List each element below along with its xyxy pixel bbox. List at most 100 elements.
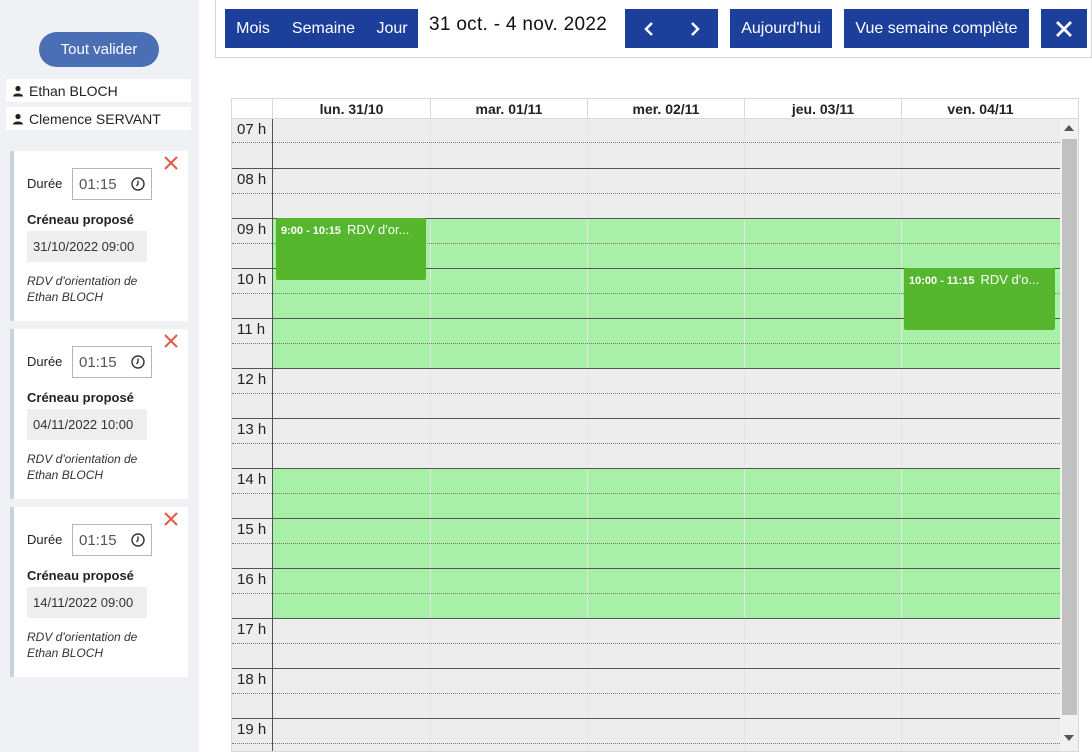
duration-field[interactable]: 01:15 bbox=[72, 346, 152, 378]
description-line: Ethan BLOCH bbox=[27, 290, 104, 304]
hour-label: 12 h bbox=[237, 371, 267, 388]
week-calendar: lun. 31/10 mar. 01/11 mer. 02/11 jeu. 03… bbox=[231, 98, 1079, 752]
previous-button[interactable] bbox=[625, 9, 672, 48]
proposal-description: RDV d'orientation de Ethan BLOCH bbox=[27, 629, 177, 661]
hour-row bbox=[232, 718, 1060, 751]
user-icon bbox=[13, 85, 23, 96]
hour-row bbox=[232, 118, 1060, 168]
event-time: 9:00 - 10:15 bbox=[281, 225, 341, 237]
description-line: Ethan BLOCH bbox=[27, 646, 104, 660]
slot-label: Créneau proposé bbox=[27, 212, 134, 227]
half-hour-line bbox=[232, 593, 1060, 594]
duration-value: 01:15 bbox=[79, 353, 117, 371]
hour-label: 08 h bbox=[237, 171, 267, 188]
hour-label: 07 h bbox=[237, 121, 267, 138]
scroll-thumb[interactable] bbox=[1062, 139, 1077, 715]
half-hour-line bbox=[232, 393, 1060, 394]
calendar-event[interactable]: 9:00 - 10:15 RDV d'or... bbox=[276, 218, 426, 280]
hour-label: 17 h bbox=[237, 621, 267, 638]
person-row[interactable]: Clemence SERVANT bbox=[6, 107, 191, 130]
hour-row bbox=[232, 368, 1060, 418]
proposal-card: Durée 01:15 Créneau proposé 04/11/2022 1… bbox=[10, 329, 188, 499]
description-line: RDV d'orientation de bbox=[27, 630, 138, 644]
hour-row bbox=[232, 618, 1060, 668]
duration-label: Durée bbox=[27, 176, 63, 191]
hour-label: 10 h bbox=[237, 271, 267, 288]
description-line: RDV d'orientation de bbox=[27, 452, 138, 466]
day-header[interactable]: mer. 02/11 bbox=[587, 99, 744, 119]
day-header[interactable]: mar. 01/11 bbox=[430, 99, 587, 119]
calendar-event[interactable]: 10:00 - 11:15 RDV d'o... bbox=[904, 268, 1055, 330]
hour-row bbox=[232, 468, 1060, 518]
hour-label: 18 h bbox=[237, 671, 267, 688]
hour-label: 16 h bbox=[237, 571, 267, 588]
half-hour-line bbox=[232, 193, 1060, 194]
description-line: Ethan BLOCH bbox=[27, 468, 104, 482]
close-icon[interactable] bbox=[162, 154, 180, 172]
duration-label: Durée bbox=[27, 354, 63, 369]
calendar-header: lun. 31/10 mar. 01/11 mer. 02/11 jeu. 03… bbox=[232, 99, 1078, 119]
person-name: Clemence SERVANT bbox=[29, 110, 161, 127]
validate-all-button[interactable]: Tout valider bbox=[39, 32, 159, 67]
duration-value: 01:15 bbox=[79, 531, 117, 549]
proposal-card: Durée 01:15 Créneau proposé 31/10/2022 0… bbox=[10, 151, 188, 321]
time-column-divider bbox=[272, 119, 273, 751]
chevron-right-icon bbox=[691, 21, 700, 36]
half-hour-line bbox=[232, 543, 1060, 544]
slot-field[interactable]: 14/11/2022 09:00 bbox=[27, 587, 147, 618]
event-title: RDV d'o... bbox=[980, 272, 1040, 287]
hour-label: 14 h bbox=[237, 471, 267, 488]
slot-label: Créneau proposé bbox=[27, 568, 134, 583]
scroll-down-icon[interactable] bbox=[1064, 735, 1074, 741]
close-button[interactable] bbox=[1041, 9, 1087, 48]
hour-row bbox=[232, 668, 1060, 718]
day-view-button[interactable]: Jour bbox=[366, 9, 418, 48]
clock-icon[interactable] bbox=[131, 177, 145, 191]
close-icon bbox=[1056, 20, 1072, 37]
day-header[interactable]: lun. 31/10 bbox=[272, 99, 430, 119]
slot-field[interactable]: 04/11/2022 10:00 bbox=[27, 409, 147, 440]
person-name: Ethan BLOCH bbox=[29, 82, 118, 99]
date-range-title: 31 oct. - 4 nov. 2022 bbox=[429, 14, 608, 35]
clock-icon[interactable] bbox=[131, 355, 145, 369]
duration-field[interactable]: 01:15 bbox=[72, 168, 152, 200]
half-hour-line bbox=[232, 643, 1060, 644]
today-button[interactable]: Aujourd'hui bbox=[730, 9, 832, 48]
clock-icon[interactable] bbox=[131, 533, 145, 547]
week-view-button[interactable]: Semaine bbox=[281, 9, 366, 48]
day-header[interactable]: ven. 04/11 bbox=[901, 99, 1059, 119]
half-hour-line bbox=[232, 443, 1060, 444]
vertical-scrollbar[interactable] bbox=[1060, 119, 1078, 751]
proposal-description: RDV d'orientation de Ethan BLOCH bbox=[27, 273, 177, 305]
close-icon[interactable] bbox=[162, 510, 180, 528]
calendar-toolbar: Mois Semaine Jour 31 oct. - 4 nov. 2022 … bbox=[215, 0, 1092, 58]
sidebar: Tout valider Ethan BLOCH Clemence SERVAN… bbox=[0, 0, 199, 752]
half-hour-line bbox=[232, 693, 1060, 694]
month-view-button[interactable]: Mois bbox=[225, 9, 281, 48]
next-button[interactable] bbox=[672, 9, 718, 48]
chevron-left-icon bbox=[643, 21, 653, 36]
scroll-up-icon[interactable] bbox=[1064, 125, 1074, 131]
half-hour-line bbox=[232, 743, 1060, 744]
half-hour-line bbox=[232, 142, 1060, 143]
full-week-button[interactable]: Vue semaine complète bbox=[844, 9, 1029, 48]
proposal-description: RDV d'orientation de Ethan BLOCH bbox=[27, 451, 177, 483]
description-line: RDV d'orientation de bbox=[27, 274, 138, 288]
hour-label: 13 h bbox=[237, 421, 267, 438]
hour-label: 19 h bbox=[237, 721, 267, 738]
duration-value: 01:15 bbox=[79, 175, 117, 193]
hour-row bbox=[232, 568, 1060, 618]
slot-label: Créneau proposé bbox=[27, 390, 134, 405]
slot-field[interactable]: 31/10/2022 09:00 bbox=[27, 231, 147, 262]
time-grid[interactable]: 07 h 08 h 09 h 10 h 11 h 12 h 13 h 14 h … bbox=[232, 118, 1060, 751]
duration-field[interactable]: 01:15 bbox=[72, 524, 152, 556]
hour-label: 09 h bbox=[237, 221, 267, 238]
day-header[interactable]: jeu. 03/11 bbox=[744, 99, 901, 119]
half-hour-line bbox=[232, 343, 1060, 344]
event-time: 10:00 - 11:15 bbox=[909, 275, 975, 287]
close-icon[interactable] bbox=[162, 332, 180, 350]
user-icon bbox=[13, 113, 23, 124]
person-row[interactable]: Ethan BLOCH bbox=[6, 79, 191, 102]
proposal-card: Durée 01:15 Créneau proposé 14/11/2022 0… bbox=[10, 507, 188, 677]
hour-label: 11 h bbox=[237, 321, 266, 338]
